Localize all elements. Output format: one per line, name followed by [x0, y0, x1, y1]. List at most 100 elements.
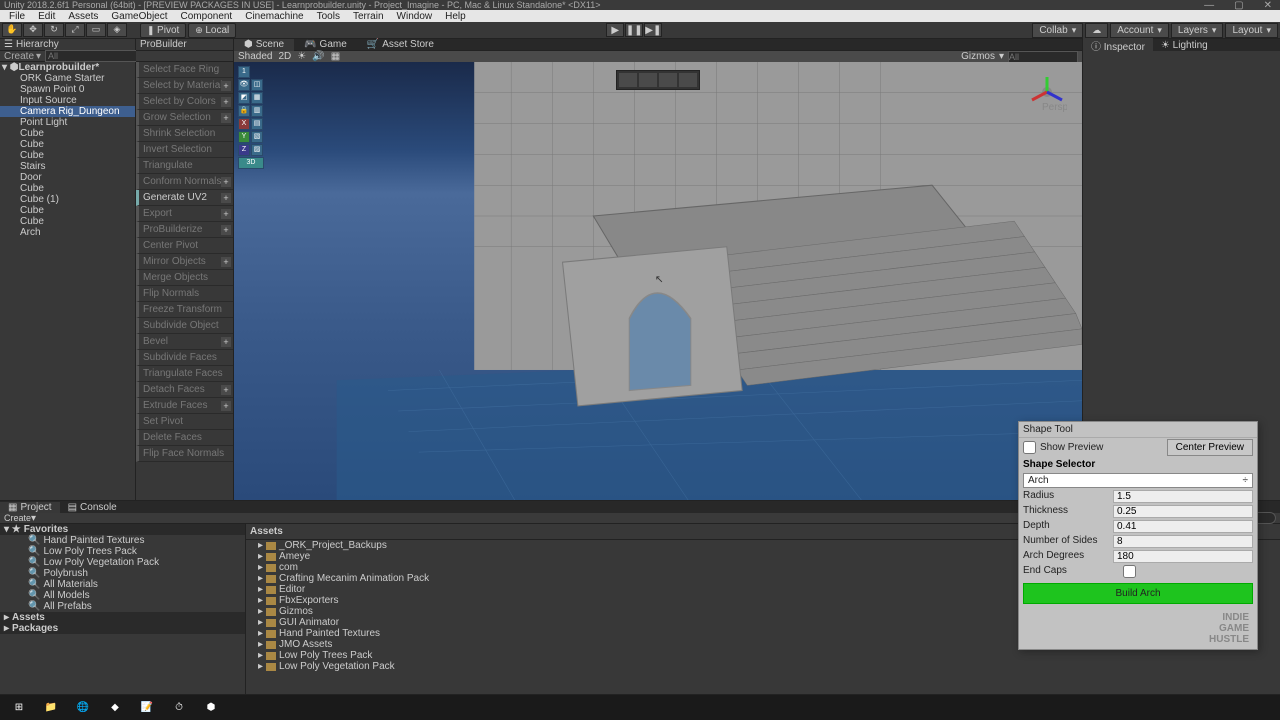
hierarchy-scene-root[interactable]: ▾ ⬢ Learnprobuilder* — [0, 62, 135, 73]
hierarchy-item[interactable]: Cube — [0, 139, 135, 150]
rect-tool[interactable]: ▭ — [86, 23, 106, 37]
transform-tool[interactable]: ◈ — [107, 23, 127, 37]
hierarchy-item[interactable]: Spawn Point 0 — [0, 84, 135, 95]
rotate-tool[interactable]: ↻ — [44, 23, 64, 37]
menu-help[interactable]: Help — [440, 11, 471, 22]
probuilder-item[interactable]: Export+ — [136, 206, 233, 222]
plus-icon[interactable]: + — [221, 337, 231, 347]
collab-dropdown[interactable]: Collab ▾ — [1032, 23, 1083, 38]
menu-gameobject[interactable]: GameObject — [106, 11, 172, 22]
hierarchy-item[interactable]: Input Source — [0, 95, 135, 106]
scene-search[interactable] — [1008, 51, 1078, 63]
shape-tool-title[interactable]: Shape Tool — [1019, 422, 1257, 438]
taskbar-notes-icon[interactable]: 📝 — [132, 695, 162, 720]
probuilder-item[interactable]: Select by Material+ — [136, 78, 233, 94]
scene-tool-4[interactable] — [679, 73, 697, 87]
scene-tool-2[interactable] — [639, 73, 657, 87]
probuilder-item[interactable]: Detach Faces+ — [136, 382, 233, 398]
plus-icon[interactable]: + — [221, 257, 231, 267]
hierarchy-item[interactable]: Cube — [0, 150, 135, 161]
hierarchy-item[interactable]: Stairs — [0, 161, 135, 172]
scene-tool-3[interactable] — [659, 73, 677, 87]
shape-select[interactable]: Arch÷ — [1023, 473, 1253, 488]
probuilder-item[interactable]: Delete Faces — [136, 430, 233, 446]
build-arch-button[interactable]: Build Arch — [1023, 583, 1253, 604]
pb-tool-f[interactable]: ▧ — [251, 131, 263, 143]
plus-icon[interactable]: + — [221, 225, 231, 235]
probuilder-item[interactable]: Triangulate Faces — [136, 366, 233, 382]
taskbar-clock-icon[interactable]: ⏱ — [164, 695, 194, 720]
fx-toggle-icon[interactable]: ▦ — [331, 51, 340, 62]
play-button[interactable]: ▶ — [606, 23, 624, 37]
favorite-item[interactable]: 🔍 Hand Painted Textures — [0, 535, 245, 546]
favorites-header[interactable]: ▾ ★ Favorites — [0, 524, 245, 535]
probuilder-item[interactable]: Set Pivot — [136, 414, 233, 430]
show-preview-checkbox[interactable] — [1023, 441, 1036, 454]
scene-viewport[interactable]: ↖ 1 👁◫ ◩▦ 🔒▥ X▤ Y▧ Z▨ 3D — [234, 62, 1082, 500]
light-toggle-icon[interactable]: ☀ — [297, 51, 306, 62]
plus-icon[interactable]: + — [221, 385, 231, 395]
pb-tool-d[interactable]: ▥ — [251, 105, 263, 117]
menu-cinemachine[interactable]: Cinemachine — [240, 11, 308, 22]
menu-terrain[interactable]: Terrain — [348, 11, 389, 22]
shape-field-input[interactable] — [1113, 505, 1253, 518]
probuilder-item[interactable]: Triangulate — [136, 158, 233, 174]
hierarchy-item[interactable]: ORK Game Starter — [0, 73, 135, 84]
menu-window[interactable]: Window — [392, 11, 438, 22]
menu-component[interactable]: Component — [176, 11, 238, 22]
gizmos-dropdown[interactable]: Gizmos — [961, 51, 995, 63]
local-button[interactable]: ⊕ Local — [188, 23, 236, 38]
menu-edit[interactable]: Edit — [33, 11, 60, 22]
probuilder-item[interactable]: Flip Face Normals — [136, 446, 233, 462]
center-preview-button[interactable]: Center Preview — [1167, 439, 1253, 456]
hierarchy-item[interactable]: Door — [0, 172, 135, 183]
pb-axis-z[interactable]: Z — [238, 144, 250, 156]
pb-tool-e[interactable]: ▤ — [251, 118, 263, 130]
hierarchy-item[interactable]: Camera Rig_Dungeon — [0, 106, 135, 117]
pb-axis-x[interactable]: X — [238, 118, 250, 130]
probuilder-item[interactable]: Shrink Selection — [136, 126, 233, 142]
probuilder-item[interactable]: Generate UV2+ — [136, 190, 233, 206]
probuilder-item[interactable]: Invert Selection — [136, 142, 233, 158]
hierarchy-item[interactable]: Cube — [0, 216, 135, 227]
shape-field-input[interactable] — [1113, 490, 1253, 503]
menu-tools[interactable]: Tools — [312, 11, 345, 22]
start-button[interactable]: ⊞ — [4, 695, 34, 720]
plus-icon[interactable]: + — [221, 177, 231, 187]
pb-tool-c[interactable]: ▦ — [251, 92, 263, 104]
close-button[interactable]: ✕ — [1260, 0, 1276, 11]
shape-field-input[interactable] — [1113, 550, 1253, 563]
maximize-button[interactable]: ▢ — [1230, 0, 1247, 11]
taskbar-explorer-icon[interactable]: 📁 — [36, 695, 66, 720]
probuilder-item[interactable]: Flip Normals — [136, 286, 233, 302]
scale-tool[interactable]: ⤢ — [65, 23, 85, 37]
assets-header[interactable]: ▸ Assets — [0, 612, 245, 623]
probuilder-item[interactable]: Select Face Ring — [136, 62, 233, 78]
cloud-button[interactable]: ☁ — [1085, 23, 1108, 38]
plus-icon[interactable]: + — [221, 81, 231, 91]
probuilder-item[interactable]: Subdivide Object — [136, 318, 233, 334]
tab-asset-store[interactable]: 🛒 Asset Store — [357, 39, 444, 51]
pb-tool-b[interactable]: ◩ — [238, 92, 250, 104]
pb-3d-toggle[interactable]: 3D — [238, 157, 264, 169]
hand-tool[interactable]: ✋ — [2, 23, 22, 37]
tab-scene[interactable]: ⬢ Scene — [234, 39, 294, 51]
layers-dropdown[interactable]: Layers ▾ — [1171, 23, 1224, 38]
favorite-item[interactable]: 🔍 All Prefabs — [0, 601, 245, 612]
minimize-button[interactable]: — — [1200, 0, 1218, 11]
project-create[interactable]: Create — [4, 513, 31, 523]
scene-gizmo[interactable]: Persp — [1027, 72, 1067, 112]
audio-toggle-icon[interactable]: 🔊 — [312, 51, 324, 62]
step-button[interactable]: ▶❚ — [644, 23, 662, 37]
taskbar-chrome-icon[interactable]: 🌐 — [68, 695, 98, 720]
probuilder-item[interactable]: Bevel+ — [136, 334, 233, 350]
tab-project[interactable]: ▦ Project — [0, 502, 60, 513]
favorite-item[interactable]: 🔍 Polybrush — [0, 568, 245, 579]
favorite-item[interactable]: 🔍 Low Poly Vegetation Pack — [0, 557, 245, 568]
probuilder-item[interactable]: Freeze Transform — [136, 302, 233, 318]
packages-header[interactable]: ▸ Packages — [0, 623, 245, 634]
layout-dropdown[interactable]: Layout ▾ — [1225, 23, 1278, 38]
pb-vis-icon[interactable]: 👁 — [238, 79, 250, 91]
hierarchy-item[interactable]: Cube — [0, 183, 135, 194]
menu-assets[interactable]: Assets — [63, 11, 103, 22]
